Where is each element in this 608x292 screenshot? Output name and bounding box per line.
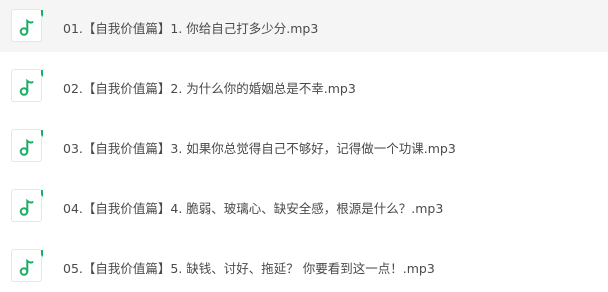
file-name: 05.【自我价值篇】5. 缺钱、讨好、拖延？ 你要看到这一点！.mp3 — [63, 261, 435, 276]
file-name: 01.【自我价值篇】1. 你给自己打多少分.mp3 — [63, 21, 319, 36]
file-row[interactable]: 01.【自我价值篇】1. 你给自己打多少分.mp3 — [0, 0, 608, 52]
file-list: 01.【自我价值篇】1. 你给自己打多少分.mp3 02.【自我价值篇】2. 为… — [0, 0, 608, 292]
file-name: 02.【自我价值篇】2. 为什么你的婚姻总是不幸.mp3 — [63, 81, 356, 96]
file-name: 04.【自我价值篇】4. 脆弱、玻璃心、缺安全感，根源是什么？.mp3 — [63, 201, 444, 216]
file-name: 03.【自我价值篇】3. 如果你总觉得自己不够好，记得做一个功课.mp3 — [63, 141, 456, 156]
file-row[interactable]: 02.【自我价值篇】2. 为什么你的婚姻总是不幸.mp3 — [0, 60, 608, 112]
music-note-icon — [11, 249, 43, 282]
music-note-icon — [11, 189, 43, 222]
file-row[interactable]: 04.【自我价值篇】4. 脆弱、玻璃心、缺安全感，根源是什么？.mp3 — [0, 180, 608, 232]
file-row[interactable]: 05.【自我价值篇】5. 缺钱、讨好、拖延？ 你要看到这一点！.mp3 — [0, 240, 608, 292]
music-note-icon — [11, 129, 43, 162]
music-note-icon — [11, 69, 43, 102]
music-note-icon — [11, 9, 43, 42]
file-row[interactable]: 03.【自我价值篇】3. 如果你总觉得自己不够好，记得做一个功课.mp3 — [0, 120, 608, 172]
